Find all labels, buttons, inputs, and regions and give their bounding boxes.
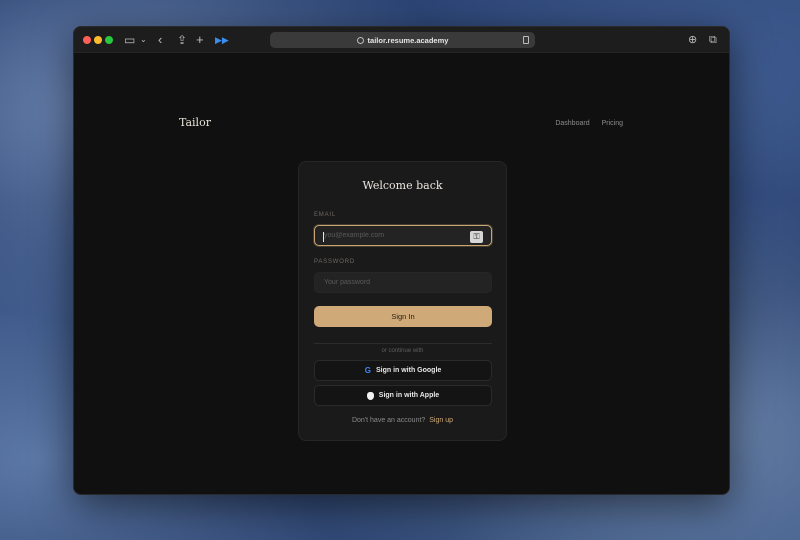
tabs-overview-icon[interactable]: ⧉ bbox=[709, 32, 717, 48]
logo[interactable]: Tailor bbox=[179, 116, 211, 129]
card-title: Welcome back bbox=[362, 179, 443, 192]
text-caret bbox=[323, 232, 324, 242]
chevron-down-icon[interactable]: ⌄ bbox=[140, 32, 147, 48]
reader-icon[interactable] bbox=[523, 36, 529, 44]
url-text: tailor.resume.academy bbox=[367, 35, 449, 45]
extension-icon[interactable]: ▶▶ bbox=[215, 32, 229, 48]
back-icon[interactable]: ‹ bbox=[158, 32, 162, 48]
password-field[interactable] bbox=[314, 272, 492, 293]
zoom-window-button[interactable] bbox=[105, 36, 113, 44]
apple-signin-label: Sign in with Apple bbox=[378, 392, 440, 399]
signup-prompt: Don't have an account? Sign up bbox=[299, 417, 506, 424]
page-content: Tailor Dashboard Pricing Welcome back EM… bbox=[74, 54, 729, 494]
signup-prompt-text: Don't have an account? bbox=[351, 417, 426, 424]
browser-window: ▭ ⌄ ‹ ⇪ + ▶▶ tailor.resume.academy ⊕ ⧉ T… bbox=[73, 26, 730, 495]
login-card: Welcome back EMAIL ⚿ PASSWORD Sign In or… bbox=[298, 161, 507, 441]
globe-icon bbox=[356, 36, 364, 44]
sign-in-button[interactable]: Sign In bbox=[314, 306, 492, 327]
google-signin-button[interactable]: G Sign in with Google bbox=[314, 360, 492, 381]
apple-signin-button[interactable]: Sign in with Apple bbox=[314, 385, 492, 406]
new-tab-icon[interactable]: + bbox=[196, 32, 204, 48]
downloads-icon[interactable]: ⊕ bbox=[688, 32, 697, 48]
email-label: EMAIL bbox=[314, 212, 337, 218]
google-icon: G bbox=[364, 366, 371, 375]
google-signin-label: Sign in with Google bbox=[375, 367, 442, 374]
apple-icon bbox=[366, 391, 374, 400]
minimize-window-button[interactable] bbox=[94, 36, 102, 44]
browser-toolbar: ▭ ⌄ ‹ ⇪ + ▶▶ tailor.resume.academy ⊕ ⧉ bbox=[74, 27, 729, 53]
nav-pricing[interactable]: Pricing bbox=[602, 120, 623, 127]
sign-up-link[interactable]: Sign up bbox=[429, 417, 453, 424]
password-label: PASSWORD bbox=[314, 259, 355, 265]
divider-label: or continue with bbox=[299, 339, 506, 357]
nav-dashboard[interactable]: Dashboard bbox=[555, 120, 589, 127]
share-icon[interactable]: ⇪ bbox=[177, 32, 187, 48]
close-window-button[interactable] bbox=[83, 36, 91, 44]
email-field[interactable] bbox=[314, 225, 492, 246]
address-bar[interactable]: tailor.resume.academy bbox=[270, 32, 535, 48]
top-nav: Dashboard Pricing bbox=[555, 120, 623, 127]
divider-text: or continue with bbox=[375, 348, 430, 354]
autofill-key-icon[interactable]: ⚿ bbox=[470, 231, 483, 243]
sidebar-icon[interactable]: ▭ bbox=[124, 32, 135, 48]
